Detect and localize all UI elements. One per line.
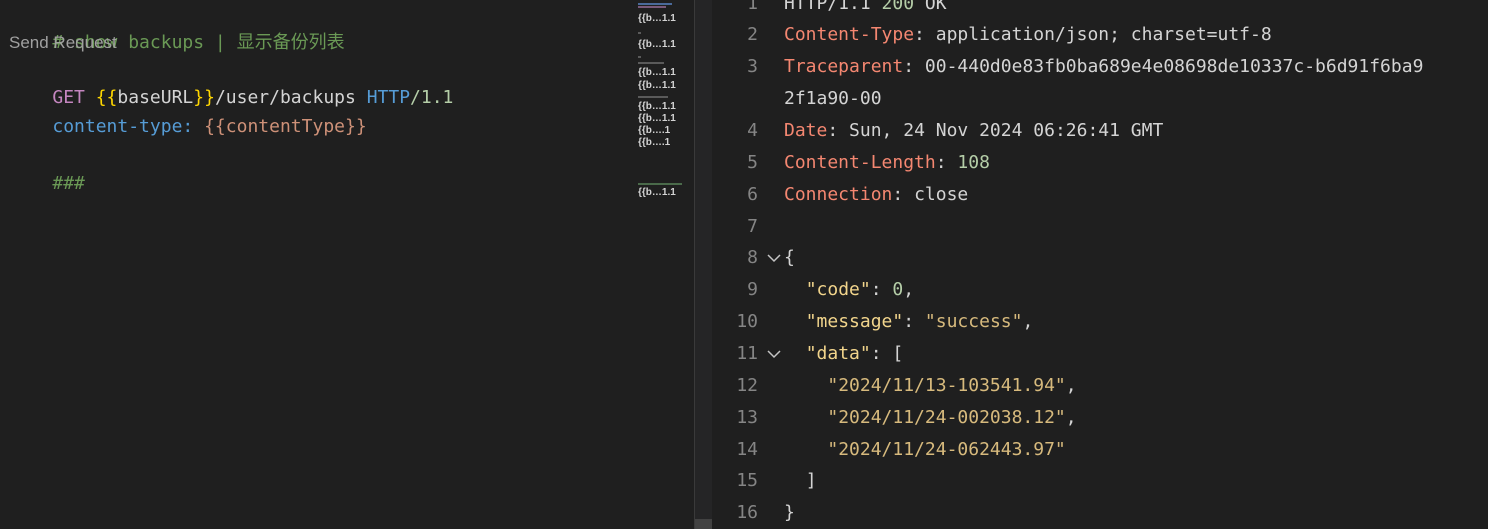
status-text: OK [924,0,947,14]
minimap-line [638,56,641,58]
line-number: 10 [736,311,758,332]
line-number: 7 [747,216,758,237]
json-line: "2024/11/24-002038.12", [827,407,1077,428]
json-string: "success" [924,311,1023,332]
minimap-label: {{b…1.1 [638,80,676,91]
minimap-label: {{b…1.1 [638,101,676,112]
protocol-version: /1.1 [410,87,454,108]
minimap-line [638,6,666,8]
line-number: 13 [736,407,758,428]
json-open-brace: { [784,247,795,268]
header-name: Content-Type [784,24,915,45]
minimap-label: {{b…1.1 [638,113,676,124]
json-array-item: "2024/11/13-103541.94" [827,375,1066,396]
line-number: 8 [747,247,758,268]
json-line: "code": 0, [805,279,915,300]
json-line: "message": "success", [805,311,1034,332]
request-editor[interactable]: # show backups | 显示备份列表 Send Request GET… [0,0,694,529]
fold-chevron-icon[interactable] [767,338,781,370]
json-key: "message" [805,311,904,332]
line-number: 9 [747,279,758,300]
send-request-codelens[interactable]: Send Request [9,29,117,57]
json-array-item: "2024/11/24-062443.97" [827,439,1066,460]
json-array-close: ] [805,470,817,491]
minimap-label: {{b…1.1 [638,39,676,50]
header-open-brace: {{ [204,116,226,137]
response-header: Traceparent: 00-440d0e83fb0ba689e4e08698… [784,56,1424,77]
header-value-continued: 2f1a90-00 [784,88,882,109]
response-header: Content-Type: application/json; charset=… [784,24,1272,45]
header-name: Traceparent [784,56,904,77]
minimap-label: {{b…1.1 [638,187,676,198]
protocol: HTTP [366,87,411,108]
minimap-label: {{b….1 [638,137,671,148]
json-close: } [784,497,795,529]
json-number: 0 [892,279,904,300]
line-number: 15 [736,470,758,491]
minimap-line [638,183,682,185]
json-open: { [784,242,795,274]
line-number: 5 [747,152,758,173]
header-close-brace: }} [345,116,367,137]
header-line: content-type: {{contentType}} [9,85,366,137]
response-viewer[interactable]: 1 2 3 4 5 6 7 8 9 10 11 12 13 14 15 16 H… [712,0,1488,529]
fold-chevron-icon[interactable] [767,242,781,274]
status-code: 200 [881,0,915,14]
json-close-brace: } [784,502,795,523]
json-key: "data" [805,343,871,364]
scrollbar-thumb[interactable] [695,519,712,529]
header-value: 00-440d0e83fb0ba689e4e08698de10337c-b6d9… [924,56,1424,77]
header-value: application/json; charset=utf-8 [935,24,1272,45]
header-name: Content-Length [784,152,936,173]
minimap-line [638,62,664,64]
minimap-line [638,32,641,34]
send-request-link[interactable]: Send Request [9,33,117,52]
header-value: 108 [957,152,990,173]
header-name: content-type: [52,116,194,137]
header-value: close [914,184,969,205]
response-header: Date: Sun, 24 Nov 2024 06:26:41 GMT [784,120,1164,141]
json-key: "code" [805,279,871,300]
minimap-line [638,3,672,5]
request-line: GET {{baseURL}}/user/backups HTTP/1.1 [9,56,453,108]
header-value: Sun, 24 Nov 2024 06:26:41 GMT [849,120,1164,141]
header-name: Date [784,120,828,141]
status-protocol: HTTP/1.1 [784,0,871,14]
response-header-wrap: 2f1a90-00 [784,83,882,115]
minimap-label: {{b….1 [638,125,671,136]
json-array-open: [ [892,343,904,364]
request-separator: ### [52,173,85,194]
json-line: "2024/11/13-103541.94", [827,375,1077,396]
json-line: "data": [ [805,343,904,364]
line-number: 4 [747,120,758,141]
minimap-label: {{b…1.1 [638,67,676,78]
json-array-item: "2024/11/24-002038.12" [827,407,1066,428]
minimap-label: {{b…1.1 [638,13,676,24]
status-line: HTTP/1.1 200 OK [784,0,947,20]
header-variable: contentType [225,116,345,137]
header-name: Connection [784,184,893,205]
line-number: 1 [747,0,758,14]
minimap-line [638,96,668,98]
response-header: Content-Length: 108 [784,152,990,173]
line-number: 6 [747,184,758,205]
line-number: 2 [747,24,758,45]
line-number: 3 [747,56,758,77]
line-number: 12 [736,375,758,396]
minimap[interactable]: {{b…1.1 {{b…1.1 {{b…1.1 {{b…1.1 {{b…1.1 … [634,0,694,529]
json-line: ] [784,465,817,497]
comment-line: # show backups | 显示备份列表 [9,1,344,53]
line-number: 14 [736,439,758,460]
separator-line: ### [9,142,85,194]
response-header: Connection: close [784,184,969,205]
vertical-scrollbar[interactable] [695,0,712,529]
json-line: "2024/11/24-062443.97" [784,434,1066,466]
line-number: 16 [736,502,758,523]
line-number: 11 [736,343,758,364]
